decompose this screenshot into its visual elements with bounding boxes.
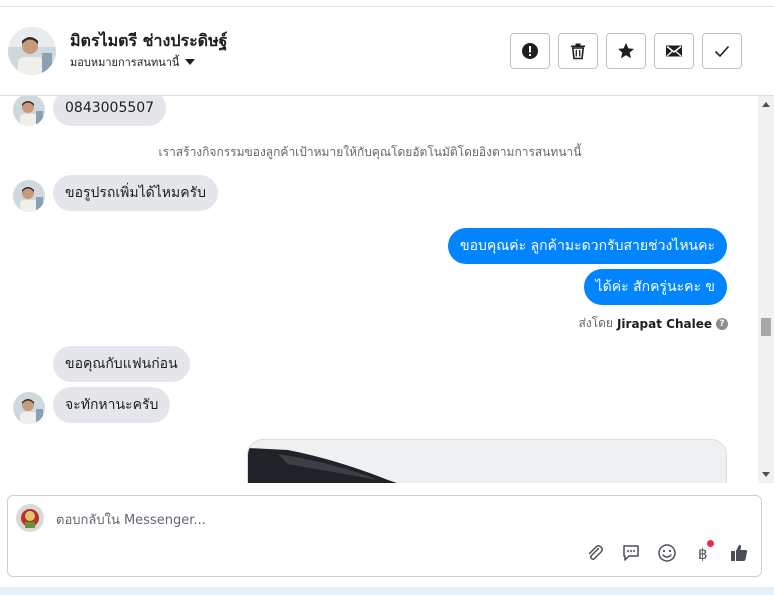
contact-avatar-small xyxy=(13,392,45,424)
scroll-thumb[interactable] xyxy=(761,318,771,336)
page-avatar xyxy=(16,504,44,532)
message-thread[interactable]: 0843005507 เราสร้างกิจกรรมของลูกค้าเป้าห… xyxy=(0,96,774,483)
sender-name: Jirapat Chalee xyxy=(616,316,712,331)
paperclip-icon xyxy=(588,545,603,560)
help-icon[interactable]: ? xyxy=(716,317,728,330)
saved-replies-button[interactable] xyxy=(620,542,642,564)
notification-dot xyxy=(707,540,714,547)
sent-by-prefix: ส่งโดย xyxy=(578,316,613,330)
assign-label: มอบหมายการสนทนานี้ xyxy=(70,56,180,69)
star-icon xyxy=(618,43,634,59)
contact-avatar-small xyxy=(13,96,45,126)
svg-text:฿: ฿ xyxy=(698,545,708,563)
emoji-icon xyxy=(658,544,676,562)
emoji-button[interactable] xyxy=(656,542,678,564)
payment-button[interactable]: ฿ xyxy=(692,540,714,564)
scroll-up-icon[interactable] xyxy=(762,102,770,107)
sent-by-label: ส่งโดย Jirapat Chalee ? xyxy=(578,314,728,333)
reply-input[interactable] xyxy=(56,510,556,530)
incoming-message: จะทักหานะครับ xyxy=(53,387,171,423)
star-button[interactable] xyxy=(606,33,646,69)
system-note: เราสร้างกิจกรรมของลูกค้าเป้าหมายให้กับคุ… xyxy=(158,145,582,159)
mark-spam-button[interactable] xyxy=(510,33,550,69)
outgoing-message: ขอบคุณค่ะ ลูกค้ามะดวกรับสายช่วงไหนคะ xyxy=(448,228,727,264)
image-attachment[interactable] xyxy=(247,439,727,483)
saved-reply-icon xyxy=(623,545,639,561)
thumbs-up-icon xyxy=(731,544,748,561)
outgoing-message: ได้ค่ะ สักครู่นะคะ ข xyxy=(583,269,727,305)
mark-unread-button[interactable] xyxy=(654,33,694,69)
incoming-message: 0843005507 xyxy=(53,96,167,126)
checkmark-icon xyxy=(714,45,730,58)
bottom-strip xyxy=(0,587,774,595)
top-strip xyxy=(0,0,774,7)
contact-avatar-small xyxy=(13,180,45,212)
trash-icon xyxy=(571,43,585,60)
contact-avatar[interactable] xyxy=(8,27,56,75)
thread-scrollbar[interactable] xyxy=(758,96,774,483)
envelope-icon xyxy=(666,45,682,57)
scroll-down-icon[interactable] xyxy=(762,472,770,477)
contact-name: มิตรไมตรี ช่างประดิษฐ์ xyxy=(70,31,228,50)
alert-circle-icon xyxy=(522,43,538,59)
attach-button[interactable] xyxy=(584,542,606,564)
caret-down-icon xyxy=(185,59,196,65)
delete-button[interactable] xyxy=(558,33,598,69)
incoming-message: ขอรูปรถเพิ่มได้ไหมครับ xyxy=(53,175,219,211)
incoming-message: ขอคุณกับแฟนก่อน xyxy=(53,346,190,382)
like-button[interactable] xyxy=(728,542,750,564)
mark-done-button[interactable] xyxy=(702,33,742,69)
reply-composer: ฿ xyxy=(7,495,762,577)
conversation-header: มิตรไมตรี ช่างประดิษฐ์ มอบหมายการสนทนานี… xyxy=(0,7,774,96)
assign-conversation-dropdown[interactable]: มอบหมายการสนทนานี้ xyxy=(70,53,196,71)
